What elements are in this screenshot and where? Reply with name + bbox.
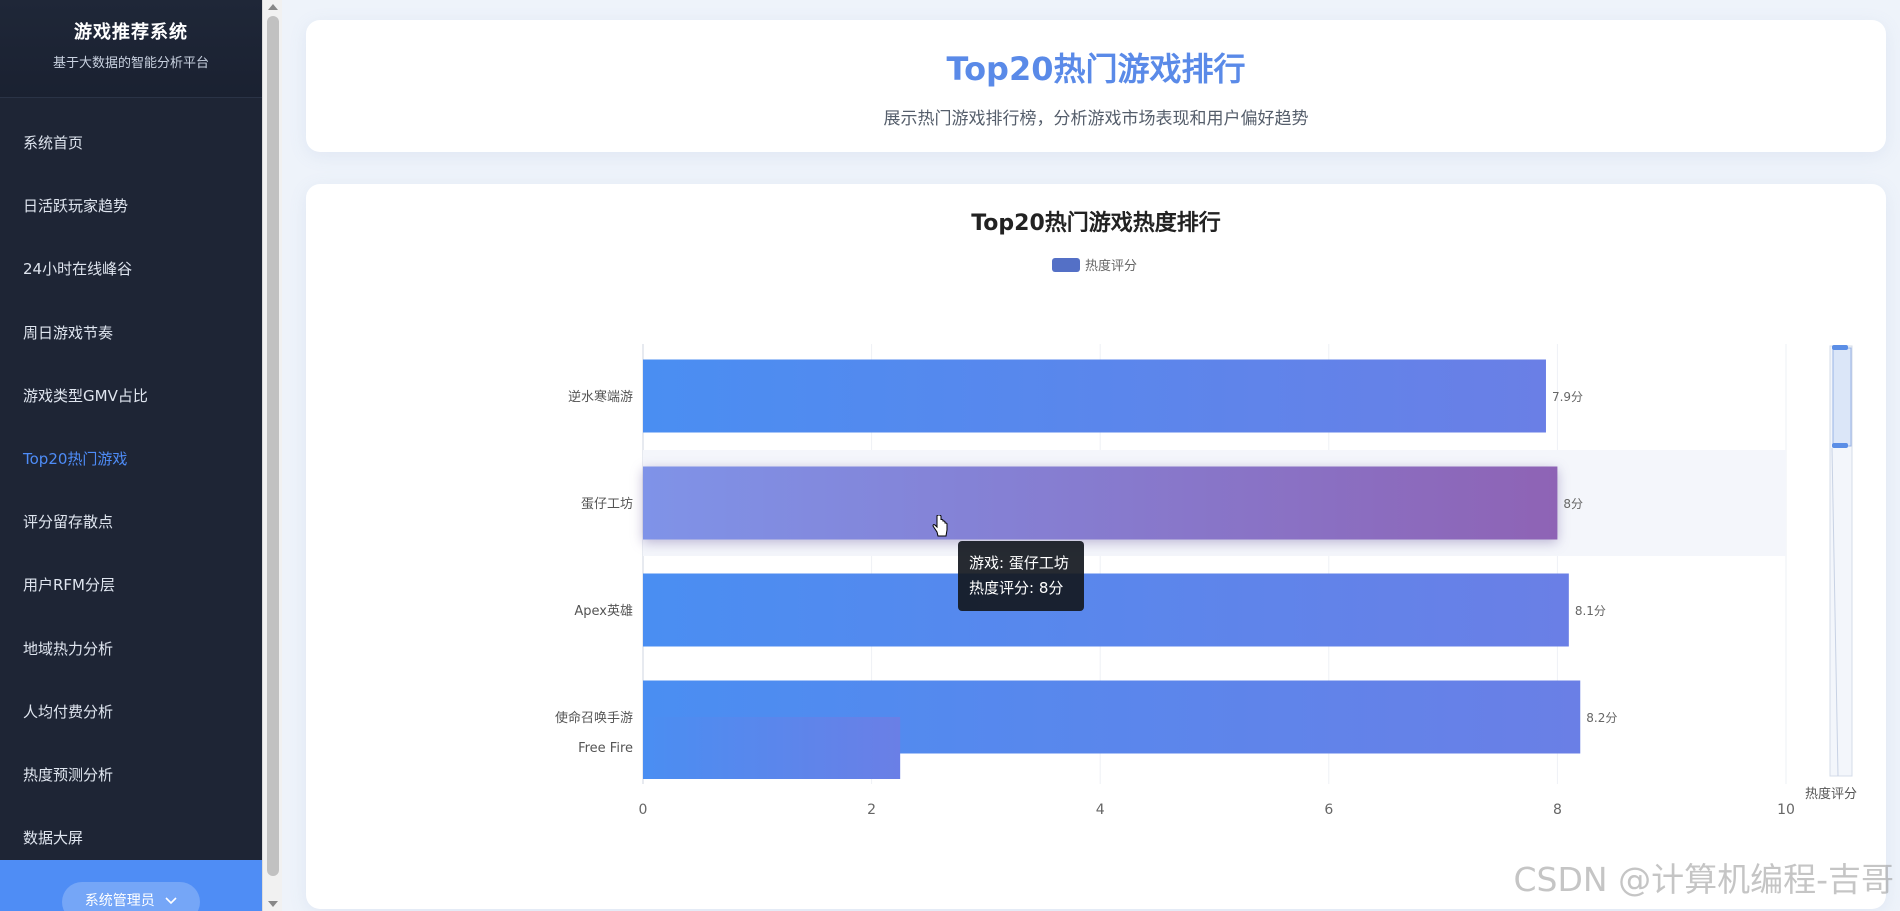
sidebar-item-weekly-rhythm[interactable]: 周日游戏节奏 xyxy=(0,302,262,365)
page-header-card: Top20热门游戏排行 展示热门游戏排行榜，分析游戏市场表现和用户偏好趋势 xyxy=(306,20,1886,152)
bar[interactable] xyxy=(643,466,1558,540)
chevron-down-icon xyxy=(159,893,177,909)
y-tick-label: 蛋仔工坊 xyxy=(581,497,633,512)
x-tick-label: 2 xyxy=(867,802,876,818)
datazoom-window[interactable] xyxy=(1832,347,1852,447)
hand-cursor-icon xyxy=(931,514,949,541)
page-scrollbar[interactable] xyxy=(262,0,282,911)
y-tick-label: 逆水寒端游 xyxy=(568,389,633,405)
datazoom-handle-top[interactable] xyxy=(1832,345,1848,350)
sidebar-item-top20[interactable]: Top20热门游戏 xyxy=(0,428,262,491)
y-tick-label: Apex英雄 xyxy=(574,604,633,619)
sidebar-item-daily-active[interactable]: 日活跃玩家趋势 xyxy=(0,175,262,238)
x-tick-label: 10 xyxy=(1777,802,1795,818)
legend-swatch[interactable] xyxy=(1052,258,1080,272)
datazoom-label: 热度评分 xyxy=(1805,786,1857,802)
x-tick-label: 0 xyxy=(639,802,648,818)
x-tick-label: 8 xyxy=(1553,802,1562,818)
brand: 游戏推荐系统 基于大数据的智能分析平台 xyxy=(0,0,262,98)
data-label: 8.2分 xyxy=(1586,711,1617,725)
legend-label[interactable]: 热度评分 xyxy=(1085,258,1137,274)
data-label: 7.9分 xyxy=(1552,390,1583,404)
bar[interactable] xyxy=(643,359,1546,433)
brand-title: 游戏推荐系统 xyxy=(74,22,188,43)
sidebar: 游戏推荐系统 基于大数据的智能分析平台 系统首页 日活跃玩家趋势 24小时在线峰… xyxy=(0,0,262,911)
bar[interactable] xyxy=(643,717,901,779)
data-label: 8分 xyxy=(1563,497,1583,511)
watermark: CSDN @计算机编程-吉哥 xyxy=(1513,860,1894,899)
sidebar-menu: 系统首页 日活跃玩家趋势 24小时在线峰谷 周日游戏节奏 游戏类型GMV占比 T… xyxy=(0,98,262,870)
tooltip-score: 热度评分: 8分 xyxy=(969,579,1064,597)
user-menu-label: 系统管理员 xyxy=(84,893,155,909)
chart-tooltip: 游戏: 蛋仔工坊 热度评分: 8分 xyxy=(958,541,1084,611)
x-tick-label: 4 xyxy=(1096,802,1105,818)
chart-title: Top20热门游戏热度排行 xyxy=(971,210,1221,236)
sidebar-item-region-heat[interactable]: 地域热力分析 xyxy=(0,618,262,681)
scrollbar-thumb[interactable] xyxy=(267,16,279,876)
bar[interactable] xyxy=(643,573,1569,647)
sidebar-item-home[interactable]: 系统首页 xyxy=(0,112,262,175)
user-bar: 系统管理员 xyxy=(0,860,262,911)
page-subtitle: 展示热门游戏排行榜，分析游戏市场表现和用户偏好趋势 xyxy=(883,109,1309,129)
y-tick-label: Free Fire xyxy=(578,741,633,756)
scroll-down-icon[interactable] xyxy=(268,901,278,907)
datazoom-handle-bottom[interactable] xyxy=(1832,443,1848,448)
scroll-up-icon[interactable] xyxy=(268,4,278,10)
sidebar-item-heat-forecast[interactable]: 热度预测分析 xyxy=(0,744,262,807)
chart-card: Top20热门游戏热度排行 热度评分 0 2 4 6 8 10 逆水寒端游 7.9分蛋仔工坊 8… xyxy=(306,184,1886,909)
y-tick-label: 使命召唤手游 xyxy=(555,710,633,726)
sidebar-item-gmv-share[interactable]: 游戏类型GMV占比 xyxy=(0,365,262,428)
sidebar-item-rfm[interactable]: 用户RFM分层 xyxy=(0,554,262,617)
brand-subtitle: 基于大数据的智能分析平台 xyxy=(52,56,209,71)
user-menu-button[interactable]: 系统管理员 xyxy=(62,882,200,911)
sidebar-item-rating-retention[interactable]: 评分留存散点 xyxy=(0,491,262,554)
sidebar-item-online-peak[interactable]: 24小时在线峰谷 xyxy=(0,238,262,301)
sidebar-item-arppu[interactable]: 人均付费分析 xyxy=(0,681,262,744)
x-tick-label: 6 xyxy=(1324,802,1333,818)
top20-bar-chart: Top20热门游戏热度排行 热度评分 0 2 4 6 8 10 逆水寒端游 7.9分蛋仔工坊 8… xyxy=(555,210,1857,818)
plot-area: 0 2 4 6 8 10 逆水寒端游 7.9分蛋仔工坊 8分 Apex英雄 8.1分使命召唤手游 8.… xyxy=(555,344,1795,818)
tooltip-game: 游戏: 蛋仔工坊 xyxy=(969,554,1069,572)
page-title: Top20热门游戏排行 xyxy=(946,50,1246,88)
datazoom-slider[interactable]: 热度评分 xyxy=(1805,345,1857,802)
data-label: 8.1分 xyxy=(1575,604,1606,618)
